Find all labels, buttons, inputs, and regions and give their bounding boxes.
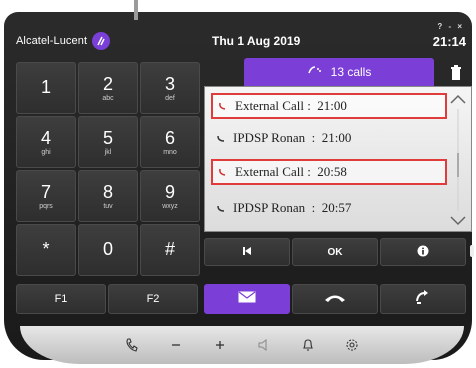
- volume-minus-icon[interactable]: [167, 336, 185, 354]
- key-letters: ghi: [41, 148, 51, 156]
- key-6[interactable]: 6 mno: [140, 116, 200, 168]
- call-actions: [204, 284, 466, 314]
- key-digit: 0: [102, 239, 113, 259]
- top-divider: [134, 0, 138, 20]
- key-9[interactable]: 9 wxyz: [140, 170, 200, 222]
- skip-first-icon: [242, 246, 252, 259]
- envelope-icon: [238, 290, 256, 308]
- key-8[interactable]: 8 tuv: [78, 170, 138, 222]
- missed-call-icon: [217, 166, 229, 178]
- call-log-item[interactable]: External Call : 20:58: [211, 159, 447, 185]
- hangup-icon: [324, 290, 346, 308]
- function-keys: F1 F2: [16, 284, 198, 314]
- key-digit: 2: [102, 73, 113, 94]
- handset-icon[interactable]: [123, 336, 141, 354]
- bell-icon[interactable]: [299, 336, 317, 354]
- key-3[interactable]: 3 def: [140, 62, 200, 114]
- settings-icon[interactable]: [343, 336, 361, 354]
- key-5[interactable]: 5 jkl: [78, 116, 138, 168]
- hangup-button[interactable]: [292, 284, 378, 314]
- call-log-list[interactable]: External Call : 21:00 IPDSP Ronan : 21:0…: [204, 86, 472, 232]
- calls-count: 13 calls: [330, 65, 372, 79]
- key-digit: 1: [40, 77, 51, 97]
- calls-tab[interactable]: 13 calls: [244, 58, 434, 86]
- key-7[interactable]: 7 pqrs: [16, 170, 76, 222]
- key-digit: 9: [164, 181, 175, 202]
- key-digit: #: [164, 239, 175, 259]
- key-letters: tuv: [103, 202, 113, 210]
- brand: Alcatel-Lucent: [16, 32, 111, 50]
- desk-phone: Alcatel-Lucent ? - × Thu 1 Aug 2019 21:1…: [2, 0, 474, 368]
- key-digit: 6: [164, 127, 175, 148]
- key-hash[interactable]: #: [140, 224, 200, 276]
- info-icon: [417, 245, 429, 260]
- key-4[interactable]: 4 ghi: [16, 116, 76, 168]
- call-log-item[interactable]: External Call : 21:00: [211, 93, 447, 119]
- call-log-item[interactable]: IPDSP Ronan : 21:00: [211, 125, 447, 151]
- hardware-bar: [20, 326, 464, 364]
- key-digit: *: [42, 239, 50, 259]
- key-2[interactable]: 2 abc: [78, 62, 138, 114]
- info-button[interactable]: [380, 238, 466, 266]
- key-digit: 4: [40, 127, 51, 148]
- list-controls: OK: [204, 238, 466, 266]
- missed-call-icon: [217, 100, 229, 112]
- call-log-item[interactable]: IPDSP Ronan : 20:57: [211, 195, 447, 221]
- volume-plus-icon[interactable]: [211, 336, 229, 354]
- f2-button[interactable]: F2: [108, 284, 198, 314]
- redirect-call-icon: [415, 289, 431, 310]
- call-log-label: External Call : 21:00: [235, 98, 347, 113]
- key-0[interactable]: 0: [78, 224, 138, 276]
- alcatel-lucent-logo-icon: [92, 32, 111, 50]
- key-digit: 8: [102, 181, 113, 202]
- key-star[interactable]: *: [16, 224, 76, 276]
- side-indicator: [470, 245, 474, 257]
- missed-calls-icon: [307, 65, 323, 80]
- skip-first-button[interactable]: [204, 238, 290, 266]
- redirect-call-button[interactable]: [380, 284, 466, 314]
- key-letters: def: [165, 94, 175, 102]
- key-letters: jkl: [104, 148, 112, 156]
- incoming-call-icon: [215, 202, 227, 214]
- speaker-icon[interactable]: [255, 336, 273, 354]
- key-digit: 5: [102, 127, 113, 148]
- screen-header: ? - × Thu 1 Aug 2019 21:14: [204, 22, 472, 58]
- scrollbar[interactable]: [449, 93, 467, 227]
- key-digit: 3: [164, 73, 175, 94]
- date-display: Thu 1 Aug 2019: [212, 34, 301, 48]
- incoming-call-icon: [215, 132, 227, 144]
- call-log-label: External Call : 20:58: [235, 164, 347, 179]
- key-letters: mno: [163, 148, 177, 156]
- time-display: 21:14: [432, 34, 466, 49]
- call-log-label: IPDSP Ronan : 20:57: [233, 200, 352, 215]
- key-digit: 7: [40, 181, 51, 202]
- f1-button[interactable]: F1: [16, 284, 106, 314]
- mail-button[interactable]: [204, 284, 290, 314]
- key-letters: pqrs: [39, 202, 53, 210]
- trash-icon[interactable]: [446, 62, 466, 84]
- key-1[interactable]: 1: [16, 62, 76, 114]
- ok-button[interactable]: OK: [292, 238, 378, 266]
- key-letters: wxyz: [162, 202, 178, 210]
- call-log-label: IPDSP Ronan : 21:00: [233, 130, 352, 145]
- brand-name: Alcatel-Lucent: [16, 35, 88, 47]
- window-controls[interactable]: ? - ×: [437, 22, 464, 31]
- dial-keypad: 1 2 abc 3 def 4 ghi 5 jkl 6 mno 7 pqrs 8 tuv 9w…: [16, 62, 200, 276]
- key-letters: abc: [102, 94, 114, 102]
